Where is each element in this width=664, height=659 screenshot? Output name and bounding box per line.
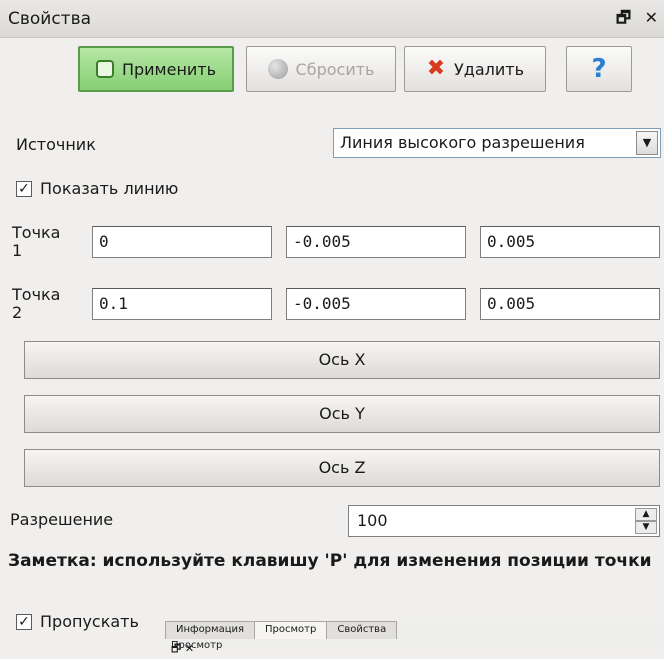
help-icon: ? bbox=[591, 54, 607, 84]
resolution-value: 100 bbox=[357, 511, 388, 530]
point1-x-field[interactable]: 0 bbox=[92, 226, 272, 258]
panel-titlebar: Свойства 🗗 ✕ bbox=[0, 0, 664, 38]
chevron-down-icon[interactable]: ▼ bbox=[636, 131, 658, 155]
dock-icon[interactable]: 🗗 ✕ bbox=[171, 640, 662, 659]
delete-icon: ✖ bbox=[426, 56, 446, 81]
resolution-spinbox[interactable]: 100 ▲ ▼ bbox=[348, 505, 660, 537]
point2-label: Точка 2 bbox=[12, 285, 61, 322]
bottom-tab-bar: Информация Просмотр Свойства bbox=[165, 621, 398, 641]
reset-icon bbox=[267, 59, 288, 79]
resolution-label: Разрешение bbox=[10, 510, 114, 529]
panel-title: Свойства bbox=[8, 9, 92, 29]
y-axis-button[interactable]: Ось Y bbox=[24, 395, 660, 433]
spin-down-icon[interactable]: ▼ bbox=[635, 521, 657, 534]
apply-button[interactable]: Применить bbox=[78, 46, 234, 92]
tab-view[interactable]: Просмотр bbox=[254, 621, 328, 639]
bottom-panel-titlebar: Просмотр 🗗 ✕ bbox=[165, 640, 664, 655]
source-value: Линия высокого разрешения bbox=[340, 133, 585, 152]
apply-icon bbox=[95, 60, 114, 78]
show-line-checkbox[interactable]: ✓ bbox=[16, 181, 32, 197]
z-axis-button[interactable]: Ось Z bbox=[24, 449, 660, 487]
spin-up-icon[interactable]: ▲ bbox=[635, 508, 657, 521]
tab-properties[interactable]: Свойства bbox=[326, 621, 398, 639]
reset-button[interactable]: Сбросить bbox=[246, 46, 396, 92]
delete-label: Удалить bbox=[454, 59, 524, 79]
point2-x-field[interactable]: 0.1 bbox=[92, 288, 272, 320]
point2-z-field[interactable]: 0.005 bbox=[480, 288, 660, 320]
source-select[interactable]: Линия высокого разрешения ▼ bbox=[333, 128, 661, 158]
point2-y-field[interactable]: -0.005 bbox=[286, 288, 466, 320]
help-button[interactable]: ? bbox=[566, 46, 632, 92]
x-axis-button[interactable]: Ось X bbox=[24, 341, 660, 379]
show-line-label: Показать линию bbox=[40, 179, 179, 198]
delete-button[interactable]: ✖ Удалить bbox=[404, 46, 546, 92]
note-text: Заметка: используйте клавишу 'P' для изм… bbox=[8, 551, 652, 571]
reset-label: Сбросить bbox=[295, 59, 375, 79]
skip-label: Пропускать bbox=[40, 612, 139, 631]
skip-checkbox[interactable]: ✓ bbox=[16, 614, 32, 630]
dock-close-icon[interactable]: 🗗 ✕ bbox=[616, 7, 662, 34]
point1-z-field[interactable]: 0.005 bbox=[480, 226, 660, 258]
point1-y-field[interactable]: -0.005 bbox=[286, 226, 466, 258]
point1-label: Точка 1 bbox=[12, 223, 61, 260]
tab-info[interactable]: Информация bbox=[165, 621, 256, 639]
apply-label: Применить bbox=[121, 59, 217, 79]
source-label: Источник bbox=[16, 135, 96, 154]
